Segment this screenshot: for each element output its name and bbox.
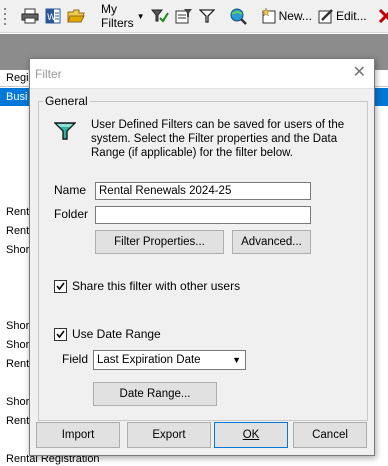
grid-row[interactable]: Shor: [6, 396, 29, 409]
share-checkbox-row[interactable]: Share this filter with other users: [54, 279, 240, 293]
filter-check-icon: [150, 9, 169, 23]
grid-row[interactable]: Rent: [6, 206, 29, 219]
search-button[interactable]: [226, 4, 250, 28]
filter-list-icon: [175, 9, 192, 24]
grid-row[interactable]: Rent: [6, 415, 29, 428]
toolbar-grip: [0, 4, 10, 28]
word-export-button[interactable]: W: [42, 4, 64, 28]
use-date-range-row[interactable]: Use Date Range: [54, 327, 161, 341]
my-filters-label: My Filters: [101, 2, 134, 30]
grid-row[interactable]: Rent: [6, 358, 29, 371]
new-star-icon: [260, 8, 276, 24]
checkmark-icon: [56, 282, 65, 290]
grid-row[interactable]: Rent: [6, 225, 29, 238]
grid-row[interactable]: Shor: [6, 320, 29, 333]
folder-input[interactable]: [95, 206, 311, 224]
ok-button[interactable]: OK: [214, 422, 288, 448]
share-label: Share this filter with other users: [72, 279, 241, 293]
dialog-title: Filter: [35, 67, 62, 81]
general-group-title: General: [43, 94, 90, 108]
filter-button[interactable]: [196, 4, 218, 28]
globe-search-icon: [230, 8, 247, 25]
funnel-icon: [53, 121, 77, 144]
filter-properties-button[interactable]: Filter Properties...: [95, 230, 224, 254]
field-select-value: Last Expiration Date: [97, 354, 201, 366]
name-input[interactable]: Rental Renewals 2024-25: [95, 182, 311, 200]
new-button[interactable]: New...: [258, 4, 315, 28]
name-label: Name: [54, 183, 87, 197]
close-icon[interactable]: ✕: [353, 63, 366, 83]
filter-list-button[interactable]: [172, 4, 196, 28]
new-label: New...: [278, 9, 312, 23]
import-button[interactable]: Import: [36, 422, 120, 448]
grid-row[interactable]: Shor: [6, 244, 29, 257]
delete-x-icon: [378, 9, 388, 23]
cancel-button[interactable]: Cancel: [293, 422, 367, 448]
dialog-title-bar[interactable]: Filter ✕: [30, 59, 374, 89]
filter-dialog: Filter ✕ General User Defined Filters ca…: [29, 58, 375, 456]
share-checkbox[interactable]: [54, 279, 67, 293]
export-button[interactable]: Export: [127, 422, 211, 448]
svg-text:W: W: [47, 13, 56, 23]
checkmark-icon: [56, 330, 65, 338]
main-toolbar: W My Filters ▼ New... Edit...: [0, 0, 388, 33]
funnel-icon: [198, 9, 215, 23]
advanced-button[interactable]: Advanced...: [232, 230, 311, 254]
edit-label: Edit...: [335, 9, 367, 23]
folder-open-icon: [67, 9, 85, 23]
grid-header-cell: Regi: [6, 72, 29, 84]
filter-check-button[interactable]: [148, 4, 172, 28]
delete-button[interactable]: [376, 4, 388, 28]
use-date-range-checkbox[interactable]: [54, 327, 67, 341]
cancel-button-label: Cancel: [312, 429, 348, 441]
grip-icon: [4, 8, 6, 25]
word-document-icon: W: [45, 8, 61, 24]
chevron-down-icon: ▼: [232, 355, 241, 365]
my-filters-dropdown[interactable]: My Filters ▼: [96, 2, 148, 30]
ok-button-label: OK: [242, 429, 260, 441]
use-date-range-label: Use Date Range: [72, 327, 161, 341]
caret-down-icon: ▼: [136, 11, 145, 21]
grid-row[interactable]: Shor: [6, 339, 29, 352]
field-label: Field: [62, 352, 89, 366]
grid-selected-cell: Busi: [6, 91, 28, 103]
dialog-description: User Defined Filters can be saved for us…: [91, 119, 345, 159]
date-range-button[interactable]: Date Range...: [93, 382, 217, 406]
printer-icon: [21, 8, 39, 24]
field-select[interactable]: Last Expiration Date ▼: [93, 350, 246, 370]
print-button[interactable]: [18, 4, 42, 28]
edit-pencil-icon: [318, 9, 333, 24]
edit-button[interactable]: Edit...: [315, 4, 370, 28]
folder-label: Folder: [54, 207, 89, 221]
open-folder-button[interactable]: [64, 4, 88, 28]
